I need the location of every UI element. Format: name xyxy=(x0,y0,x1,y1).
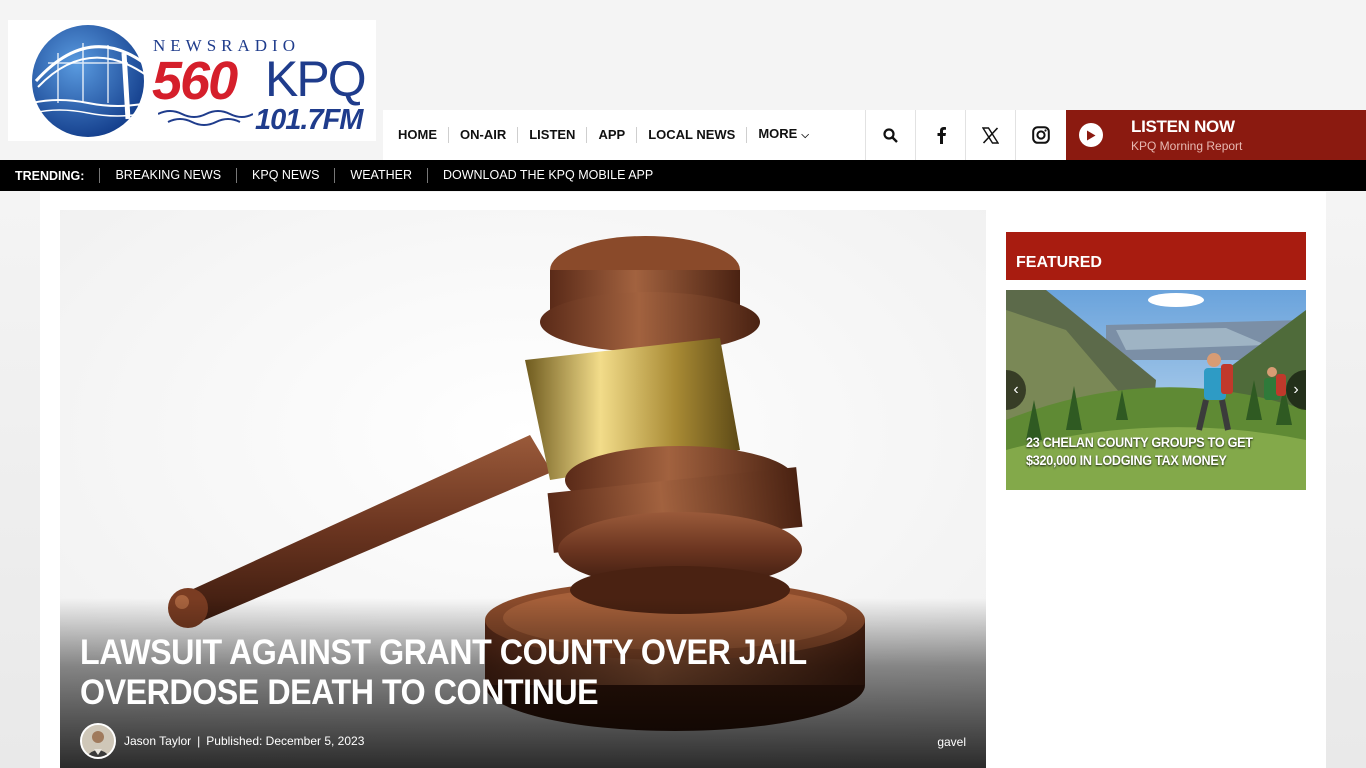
logo-fm-frequency: 101.7FM xyxy=(255,104,363,136)
instagram-icon xyxy=(1031,126,1050,144)
chevron-left-icon: ‹ xyxy=(1013,381,1019,398)
author-name[interactable]: Jason Taylor xyxy=(124,734,191,748)
x-link[interactable] xyxy=(965,110,1015,160)
logo-waves-icon xyxy=(158,110,253,126)
logo-frequency-560: 560 xyxy=(152,51,238,111)
nav-item-listen[interactable]: LISTEN xyxy=(518,127,588,143)
author-photo-icon xyxy=(82,725,114,757)
image-credit: gavel xyxy=(937,735,966,749)
x-icon xyxy=(982,126,999,144)
featured-card-title[interactable]: 23 CHELAN COUNTY GROUPS TO GET $320,000 … xyxy=(1026,433,1260,469)
nav-item-more[interactable]: MORE ⌵ xyxy=(747,126,820,144)
play-icon xyxy=(1079,123,1103,147)
trending-label: TRENDING: xyxy=(15,168,85,183)
featured-sidebar: FEATURED ‹ › 23 CHELAN COUNTY GROUPS TO … xyxy=(1006,232,1306,490)
nav-item-local-news[interactable]: LOCAL NEWS xyxy=(637,127,748,143)
nav-item-on-air[interactable]: ON-AIR xyxy=(449,127,519,143)
chevron-right-icon: › xyxy=(1293,381,1299,398)
station-logo[interactable]: NEWSRADIO 560 KPQ 101.7FM xyxy=(8,20,376,141)
featured-card[interactable]: ‹ › 23 CHELAN COUNTY GROUPS TO GET $320,… xyxy=(1006,290,1306,490)
logo-call-letters: KPQ xyxy=(265,51,367,107)
search-icon xyxy=(883,127,898,143)
nav-item-app[interactable]: APP xyxy=(587,127,638,143)
nav-item-home[interactable]: HOME xyxy=(387,127,449,143)
nav-item-more-label: MORE xyxy=(758,126,798,141)
instagram-link[interactable] xyxy=(1015,110,1065,160)
hero-article[interactable]: LAWSUIT AGAINST GRANT COUNTY OVER JAIL O… xyxy=(60,210,986,768)
globe-logo-icon xyxy=(31,25,149,137)
trending-item-breaking-news[interactable]: BREAKING NEWS xyxy=(99,168,236,183)
listen-now-button[interactable]: LISTEN NOW KPQ Morning Report xyxy=(1066,110,1366,160)
chevron-down-icon: ⌵ xyxy=(801,130,809,141)
facebook-link[interactable] xyxy=(915,110,965,160)
byline-separator: | xyxy=(197,734,201,748)
search-button[interactable] xyxy=(865,110,915,160)
publish-date: Published: December 5, 2023 xyxy=(206,734,365,748)
main-content: LAWSUIT AGAINST GRANT COUNTY OVER JAIL O… xyxy=(40,192,1326,768)
article-byline: Jason Taylor | Published: December 5, 2023 xyxy=(80,723,364,759)
featured-heading: FEATURED xyxy=(1006,232,1306,280)
trending-item-weather[interactable]: WEATHER xyxy=(334,168,427,183)
author-avatar[interactable] xyxy=(80,723,116,759)
main-nav: HOME ON-AIR LISTEN APP LOCAL NEWS MORE⌵ xyxy=(383,110,1366,160)
trending-bar: TRENDING: BREAKING NEWS KPQ NEWS WEATHER… xyxy=(0,160,1366,191)
hero-headline[interactable]: LAWSUIT AGAINST GRANT COUNTY OVER JAIL O… xyxy=(80,633,834,713)
listen-now-title: LISTEN NOW xyxy=(1131,117,1235,136)
nav-links: HOME ON-AIR LISTEN APP LOCAL NEWS MORE ⌵ xyxy=(383,110,865,160)
trending-item-download-app[interactable]: DOWNLOAD THE KPQ MOBILE APP xyxy=(426,168,668,183)
listen-now-show: KPQ Morning Report xyxy=(1131,139,1243,153)
facebook-icon xyxy=(937,127,946,144)
trending-item-kpq-news[interactable]: KPQ NEWS xyxy=(236,168,334,183)
